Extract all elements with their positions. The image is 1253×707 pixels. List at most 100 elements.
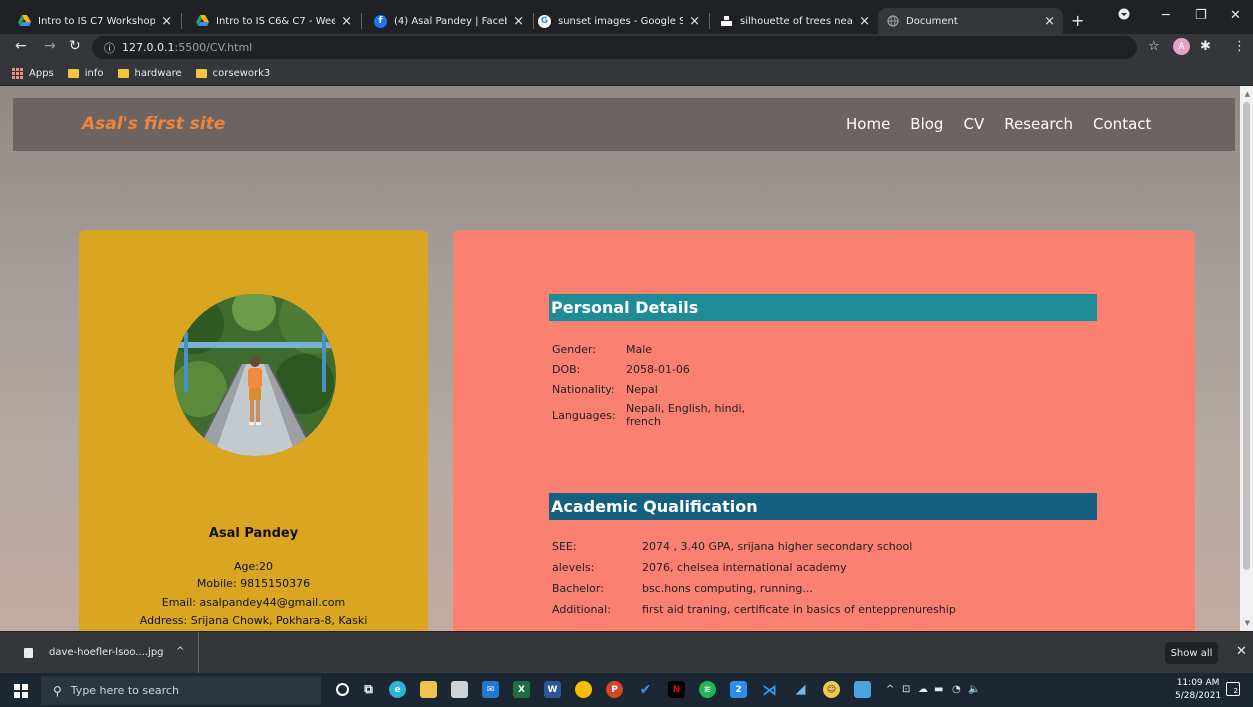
scrollbar-thumb[interactable] [1243,102,1250,570]
tab-intro-week[interactable]: Intro to IS C6& C7 - Week 1 × [188,8,360,34]
profile-name: Asal Pandey [208,526,299,541]
url-host: 127.0.0.1 [122,41,175,54]
network-icon[interactable]: ⊡ [902,684,910,695]
tab-document[interactable]: Document × [878,8,1063,34]
download-bar: dave-hoefler-lsoo....jpg ^ Show all ✕ [0,631,1253,674]
chrome-icon[interactable] [575,681,592,698]
bookmark-corsework3[interactable]: corsework3 [195,68,270,79]
tab-unsplash[interactable]: silhouette of trees near bod × [712,8,878,34]
file-explorer-icon[interactable] [420,681,437,698]
files-icon[interactable]: 2 [730,681,747,698]
bookmark-info[interactable]: info [67,68,104,79]
academic-row-alevels: alevels: 2076, chelsea international aca… [552,561,847,574]
detail-row-dob: DOB: 2058-01-06 [552,363,690,376]
chevron-up-icon[interactable]: ^ [886,684,894,695]
download-filename[interactable]: dave-hoefler-lsoo....jpg [49,647,164,658]
show-all-button[interactable]: Show all [1165,642,1218,664]
nav-research[interactable]: Research [1004,115,1073,133]
page-scrollbar[interactable]: ▲ ▼ [1240,86,1253,631]
tab-search-icon[interactable] [1118,8,1130,24]
taskbar-search[interactable]: ⚲ Type here to search [41,676,321,705]
academic-row-bachelor: Bachelor: bsc.hons computing, running... [552,582,813,595]
mail-icon[interactable]: ✉ [482,681,499,698]
detail-row-nationality: Nationality: Nepal [552,383,658,396]
vscode-icon[interactable]: ⋊ [761,681,778,699]
profile-mobile: Mobile: 9815150376 [196,577,311,590]
close-icon[interactable]: × [161,14,172,29]
site-info-icon[interactable]: ⓘ [104,40,115,56]
windows-start-icon[interactable] [14,684,28,698]
nav-blog[interactable]: Blog [910,115,943,133]
profile-address: Address: Srijana Chowk, Pokhara-8, Kaski [139,614,368,627]
globe-icon [886,15,899,28]
task-view-icon[interactable]: ⧉ [360,681,377,698]
photos-icon[interactable] [854,681,871,698]
address-bar[interactable]: ⓘ 127.0.0.1 :5500/CV.html [92,36,1137,59]
new-tab-button[interactable]: + [1071,11,1084,30]
bookmark-star-icon[interactable]: ☆ [1148,39,1160,54]
excel-icon[interactable]: X [513,681,530,698]
window-close-icon[interactable]: ✕ [1230,8,1241,23]
back-arrow-icon[interactable]: ← [15,38,27,54]
tab-strip: Intro to IS C7 Workshop - W × Intro to I… [0,0,1253,34]
taskbar-clock[interactable]: 11:09 AM 5/28/2021 [1175,677,1221,703]
nav-contact[interactable]: Contact [1093,115,1151,133]
close-icon[interactable]: × [341,14,352,29]
wifi-icon[interactable]: ◔ [952,684,961,695]
store-icon[interactable] [451,681,468,698]
bookmark-apps[interactable]: Apps [12,67,54,79]
academic-row-additional: Additional: first aid traning, certifica… [552,603,956,616]
search-icon: ⚲ [53,683,62,698]
folder-icon [67,68,79,78]
tab-intro-workshop[interactable]: Intro to IS C7 Workshop - W × [10,8,180,34]
onedrive-cloud-icon[interactable]: ☁ [918,684,928,695]
site-brand[interactable]: Asal's first site [82,114,225,134]
close-icon[interactable]: ✕ [1236,644,1247,659]
netflix-icon[interactable]: N [668,681,685,698]
profile-email: Email: asalpandey44@gmail.com [161,596,346,609]
google-drive-icon [196,15,209,28]
close-icon[interactable]: × [859,14,870,29]
cortana-icon[interactable] [336,683,349,696]
spotify-icon[interactable]: ≋ [699,681,716,698]
scroll-down-arrow-icon[interactable]: ▼ [1245,619,1250,627]
notification-center-icon[interactable]: 2 [1226,682,1240,696]
google-icon: G [538,14,551,28]
profile-card: Asal Pandey Age:20 Mobile: 9815150376 Em… [79,230,428,631]
academic-row-see: SEE: 2074 , 3.40 GPA, srijana higher sec… [552,540,913,553]
battery-icon[interactable]: ▬ [934,684,943,695]
url-path: :5500/CV.html [174,41,253,54]
smiley-icon[interactable]: ☺ [823,681,840,698]
unsplash-icon [720,15,733,28]
maximize-icon[interactable]: ❐ [1195,8,1207,23]
tab-google-search[interactable]: G sunset images - Google Sea × [530,8,708,34]
extensions-puzzle-icon[interactable]: ✱ [1200,39,1211,54]
nav-cv[interactable]: CV [963,115,984,133]
reload-icon[interactable]: ↻ [69,38,81,54]
chevron-up-icon[interactable]: ^ [176,646,184,657]
profile-avatar[interactable]: A [1173,38,1190,55]
edge-icon[interactable]: e [389,681,406,698]
scroll-up-arrow-icon[interactable]: ▲ [1245,90,1250,98]
tab-facebook[interactable]: f (4) Asal Pandey | Facebook × [366,8,532,34]
word-icon[interactable]: W [544,681,561,698]
nav-home[interactable]: Home [846,115,890,133]
site-nav: Home Blog CV Research Contact [846,115,1171,133]
close-icon[interactable]: × [513,14,524,29]
pen-icon[interactable]: ◢ [792,681,809,698]
bookmark-hardware[interactable]: hardware [117,68,182,79]
close-icon[interactable]: × [689,14,700,29]
google-drive-icon [18,15,31,28]
bookmarks-bar: Apps info hardware corsework3 [0,61,1253,86]
personal-details-heading: Personal Details [549,294,1097,321]
browser-toolbar: ← → ↻ ⓘ 127.0.0.1 :5500/CV.html ☆ ✱ ⋮ [0,34,1253,61]
powerpoint-icon[interactable]: P [606,681,623,698]
profile-photo [174,294,336,456]
forward-arrow-icon[interactable]: → [44,38,56,54]
menu-dots-icon[interactable]: ⋮ [1233,39,1246,54]
minimize-icon[interactable]: ─ [1162,8,1170,23]
folder-icon [195,68,207,78]
todo-check-icon[interactable]: ✔ [637,681,654,698]
close-icon[interactable]: × [1044,14,1055,29]
volume-icon[interactable]: 🔈 [968,684,980,695]
